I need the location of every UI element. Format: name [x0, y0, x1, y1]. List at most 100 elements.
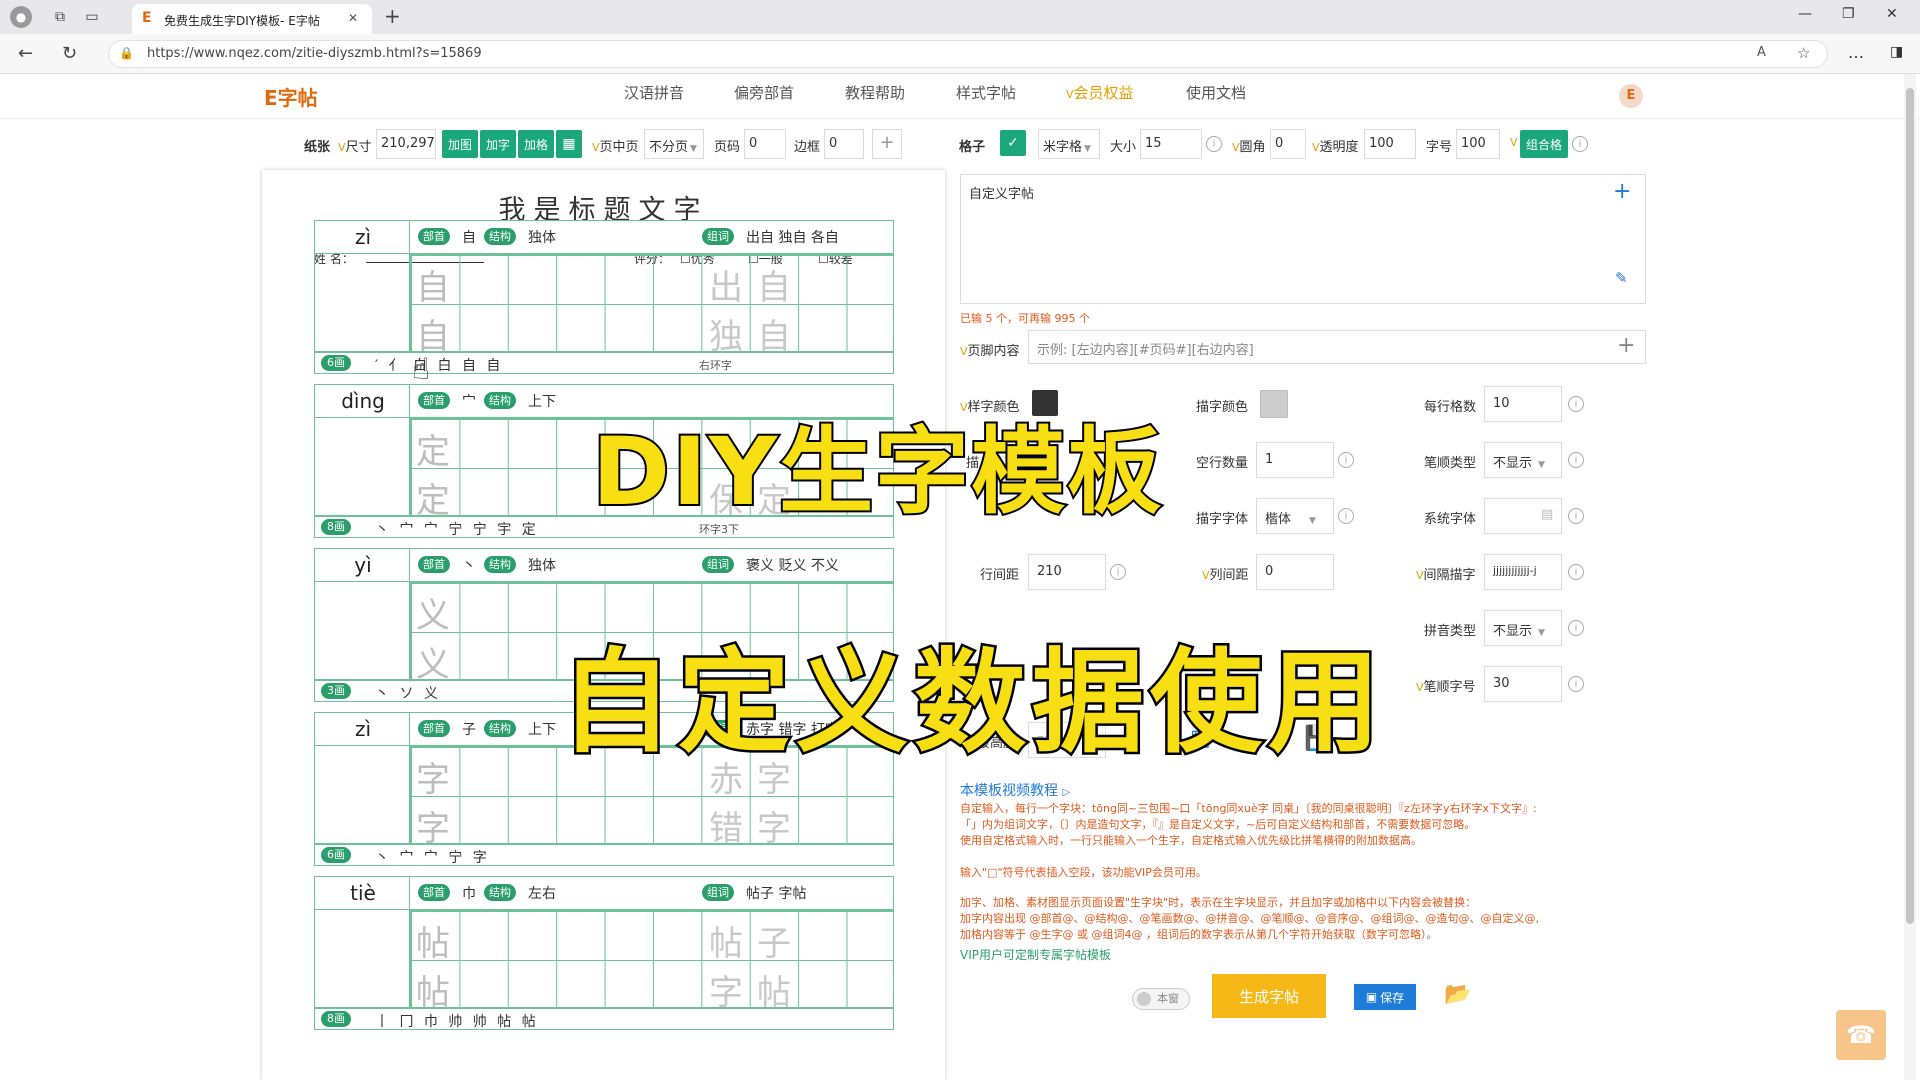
save-icon: ▣: [1365, 990, 1378, 1004]
qr-grid-icon[interactable]: ▦: [556, 130, 582, 158]
radius-label: V圆角: [1232, 136, 1266, 155]
info-icon[interactable]: i: [1568, 676, 1584, 692]
bushou-tag: 部首: [418, 556, 450, 573]
page-num-input[interactable]: 0: [744, 129, 786, 159]
stroke-sequence: 丶 ソ 义: [375, 686, 441, 702]
info-icon[interactable]: i: [1568, 564, 1584, 580]
nav-style-copybook[interactable]: 样式字帖: [956, 82, 1016, 103]
col-spacing-input[interactable]: 0: [1256, 554, 1334, 590]
toggle-knob: [1137, 992, 1151, 1006]
bushou-tag: 部首: [418, 392, 450, 409]
radius-input[interactable]: 0: [1270, 129, 1306, 159]
pinyin-type-select[interactable]: 不显示 ▼: [1484, 610, 1562, 646]
info-icon[interactable]: i: [1338, 508, 1354, 524]
stroke-type-select[interactable]: 不显示 ▼: [1484, 442, 1562, 478]
browser-tab-active[interactable]: E 免费生成生字DIY模板- E字帖 ✕: [132, 4, 372, 34]
save-label: 保存: [1380, 990, 1405, 1005]
trace-font-select[interactable]: 楷体 ▼: [1256, 498, 1334, 534]
custom-content-text: 自定义字帖: [969, 187, 1035, 202]
add-footer-icon[interactable]: +: [1617, 333, 1635, 358]
stroke-size-input[interactable]: 30: [1484, 666, 1562, 702]
more-icon[interactable]: …: [1848, 43, 1864, 62]
scrollbar-thumb[interactable]: [1906, 88, 1914, 924]
page-center-select[interactable]: 不分页 ▼: [644, 129, 704, 159]
customer-service-icon[interactable]: ☎: [1836, 1010, 1886, 1060]
grid-size-input[interactable]: 15: [1140, 129, 1202, 159]
info-icon[interactable]: i: [1338, 452, 1354, 468]
video-tutorial-link[interactable]: 本模板视频教程 ▷: [960, 780, 1070, 800]
site-logo[interactable]: E字帖: [264, 82, 318, 111]
tab-close-icon[interactable]: ✕: [348, 11, 358, 25]
interval-input[interactable]: jjjjjjjjjjjj-j: [1484, 554, 1562, 590]
url-field[interactable]: 🔒 https://www.nqez.com/zitie-diyszmb.htm…: [108, 40, 1828, 68]
add-content-icon[interactable]: +: [1613, 179, 1631, 204]
info-icon[interactable]: i: [1568, 620, 1584, 636]
trace-color-picker[interactable]: [1260, 390, 1288, 418]
info-icon[interactable]: i: [1568, 396, 1584, 412]
add-border-button[interactable]: +: [872, 129, 902, 159]
line-spacing-input[interactable]: 210: [1028, 554, 1106, 590]
restore-icon[interactable]: ❐: [1842, 6, 1855, 22]
generate-button[interactable]: 生成字帖: [1212, 974, 1326, 1018]
help-line-1: 自定输入，每行一个字块：tōng同~三包围~口「tōng同xuè字 同桌」〔我的…: [960, 802, 1537, 815]
profile-icon[interactable]: ●: [10, 6, 32, 28]
grid-type-select[interactable]: 米字格 ▼: [1038, 129, 1100, 159]
nav-tutorial[interactable]: 教程帮助: [845, 82, 905, 103]
chevron-down-icon: ▼: [1084, 144, 1091, 154]
word-char: 错: [709, 809, 743, 849]
grid-color-picker[interactable]: ✓: [1000, 130, 1026, 156]
word-char: 帖: [709, 924, 743, 964]
add-image-button[interactable]: 加图: [442, 130, 478, 158]
info-icon[interactable]: i: [1206, 136, 1222, 152]
word-char: 自: [757, 317, 791, 357]
chevron-down-icon: ▼: [1538, 628, 1545, 638]
add-grid-button[interactable]: 加格: [518, 130, 554, 158]
writing-grid[interactable]: [410, 910, 894, 1008]
help-line-3: 使用自定格式输入时，一行只能输入一个生字，自定格式输入优先级比拼笔横得的附加数据…: [960, 834, 1422, 847]
writing-grid[interactable]: [410, 254, 894, 352]
collections-icon[interactable]: ⧉: [50, 7, 70, 27]
refresh-icon[interactable]: ↻: [62, 43, 77, 64]
size-label-text: 尺寸: [345, 140, 372, 155]
empty-rows-input[interactable]: 1: [1256, 442, 1334, 478]
minimize-icon[interactable]: —: [1798, 6, 1812, 22]
footer-input[interactable]: 示例: [左边内容][#页码#][右边内容] +: [1028, 330, 1646, 364]
info-icon[interactable]: i: [1568, 508, 1584, 524]
opacity-input[interactable]: 100: [1364, 129, 1416, 159]
combo-grid-button[interactable]: 组合格: [1520, 130, 1568, 158]
sidebar-toggle-icon[interactable]: ◨: [1890, 44, 1903, 60]
stroke-sequence: 丶 宀 宀 宁 字: [375, 850, 490, 866]
border-input[interactable]: 0: [824, 129, 864, 159]
vip-custom-link[interactable]: VIP用户可定制专属字帖模板: [960, 946, 1111, 963]
tab-actions-icon[interactable]: ▭: [82, 7, 102, 27]
back-icon[interactable]: ←: [18, 43, 33, 64]
site-favicon-icon: E: [142, 10, 152, 26]
save-button[interactable]: ▣ 保存: [1354, 984, 1416, 1010]
favorite-icon[interactable]: ☆: [1797, 44, 1810, 62]
sys-font-input[interactable]: ▤: [1484, 498, 1562, 534]
per-row-input[interactable]: 10: [1484, 386, 1562, 422]
jiegou-value: 独体: [528, 558, 556, 574]
font-size-input[interactable]: 100: [1456, 129, 1500, 159]
nav-docs[interactable]: 使用文档: [1186, 82, 1246, 103]
opacity-label: V透明度: [1312, 136, 1359, 155]
nav-vip[interactable]: V会员权益: [1066, 82, 1134, 103]
info-icon[interactable]: i: [1110, 564, 1126, 580]
nav-pinyin[interactable]: 汉语拼音: [624, 82, 684, 103]
add-char-button[interactable]: 加字: [480, 130, 516, 158]
new-tab-button[interactable]: +: [384, 4, 401, 28]
window-toggle[interactable]: 本窗: [1132, 988, 1190, 1010]
open-folder-icon[interactable]: 📂: [1444, 982, 1471, 1007]
word-char: 出: [709, 268, 743, 308]
user-avatar[interactable]: E: [1619, 84, 1643, 108]
page-scrollbar[interactable]: [1904, 74, 1916, 1080]
jiegou-value: 独体: [528, 230, 556, 246]
paper-size-input[interactable]: 210,297: [376, 129, 436, 159]
edit-pencil-icon[interactable]: ✎: [1615, 269, 1628, 287]
nav-radicals[interactable]: 偏旁部首: [734, 82, 794, 103]
read-aloud-icon[interactable]: A: [1757, 45, 1766, 60]
info-icon[interactable]: i: [1568, 452, 1584, 468]
custom-content-textarea[interactable]: 自定义字帖 + ✎: [960, 174, 1646, 304]
close-window-icon[interactable]: ✕: [1886, 6, 1898, 22]
info-icon[interactable]: i: [1572, 136, 1588, 152]
